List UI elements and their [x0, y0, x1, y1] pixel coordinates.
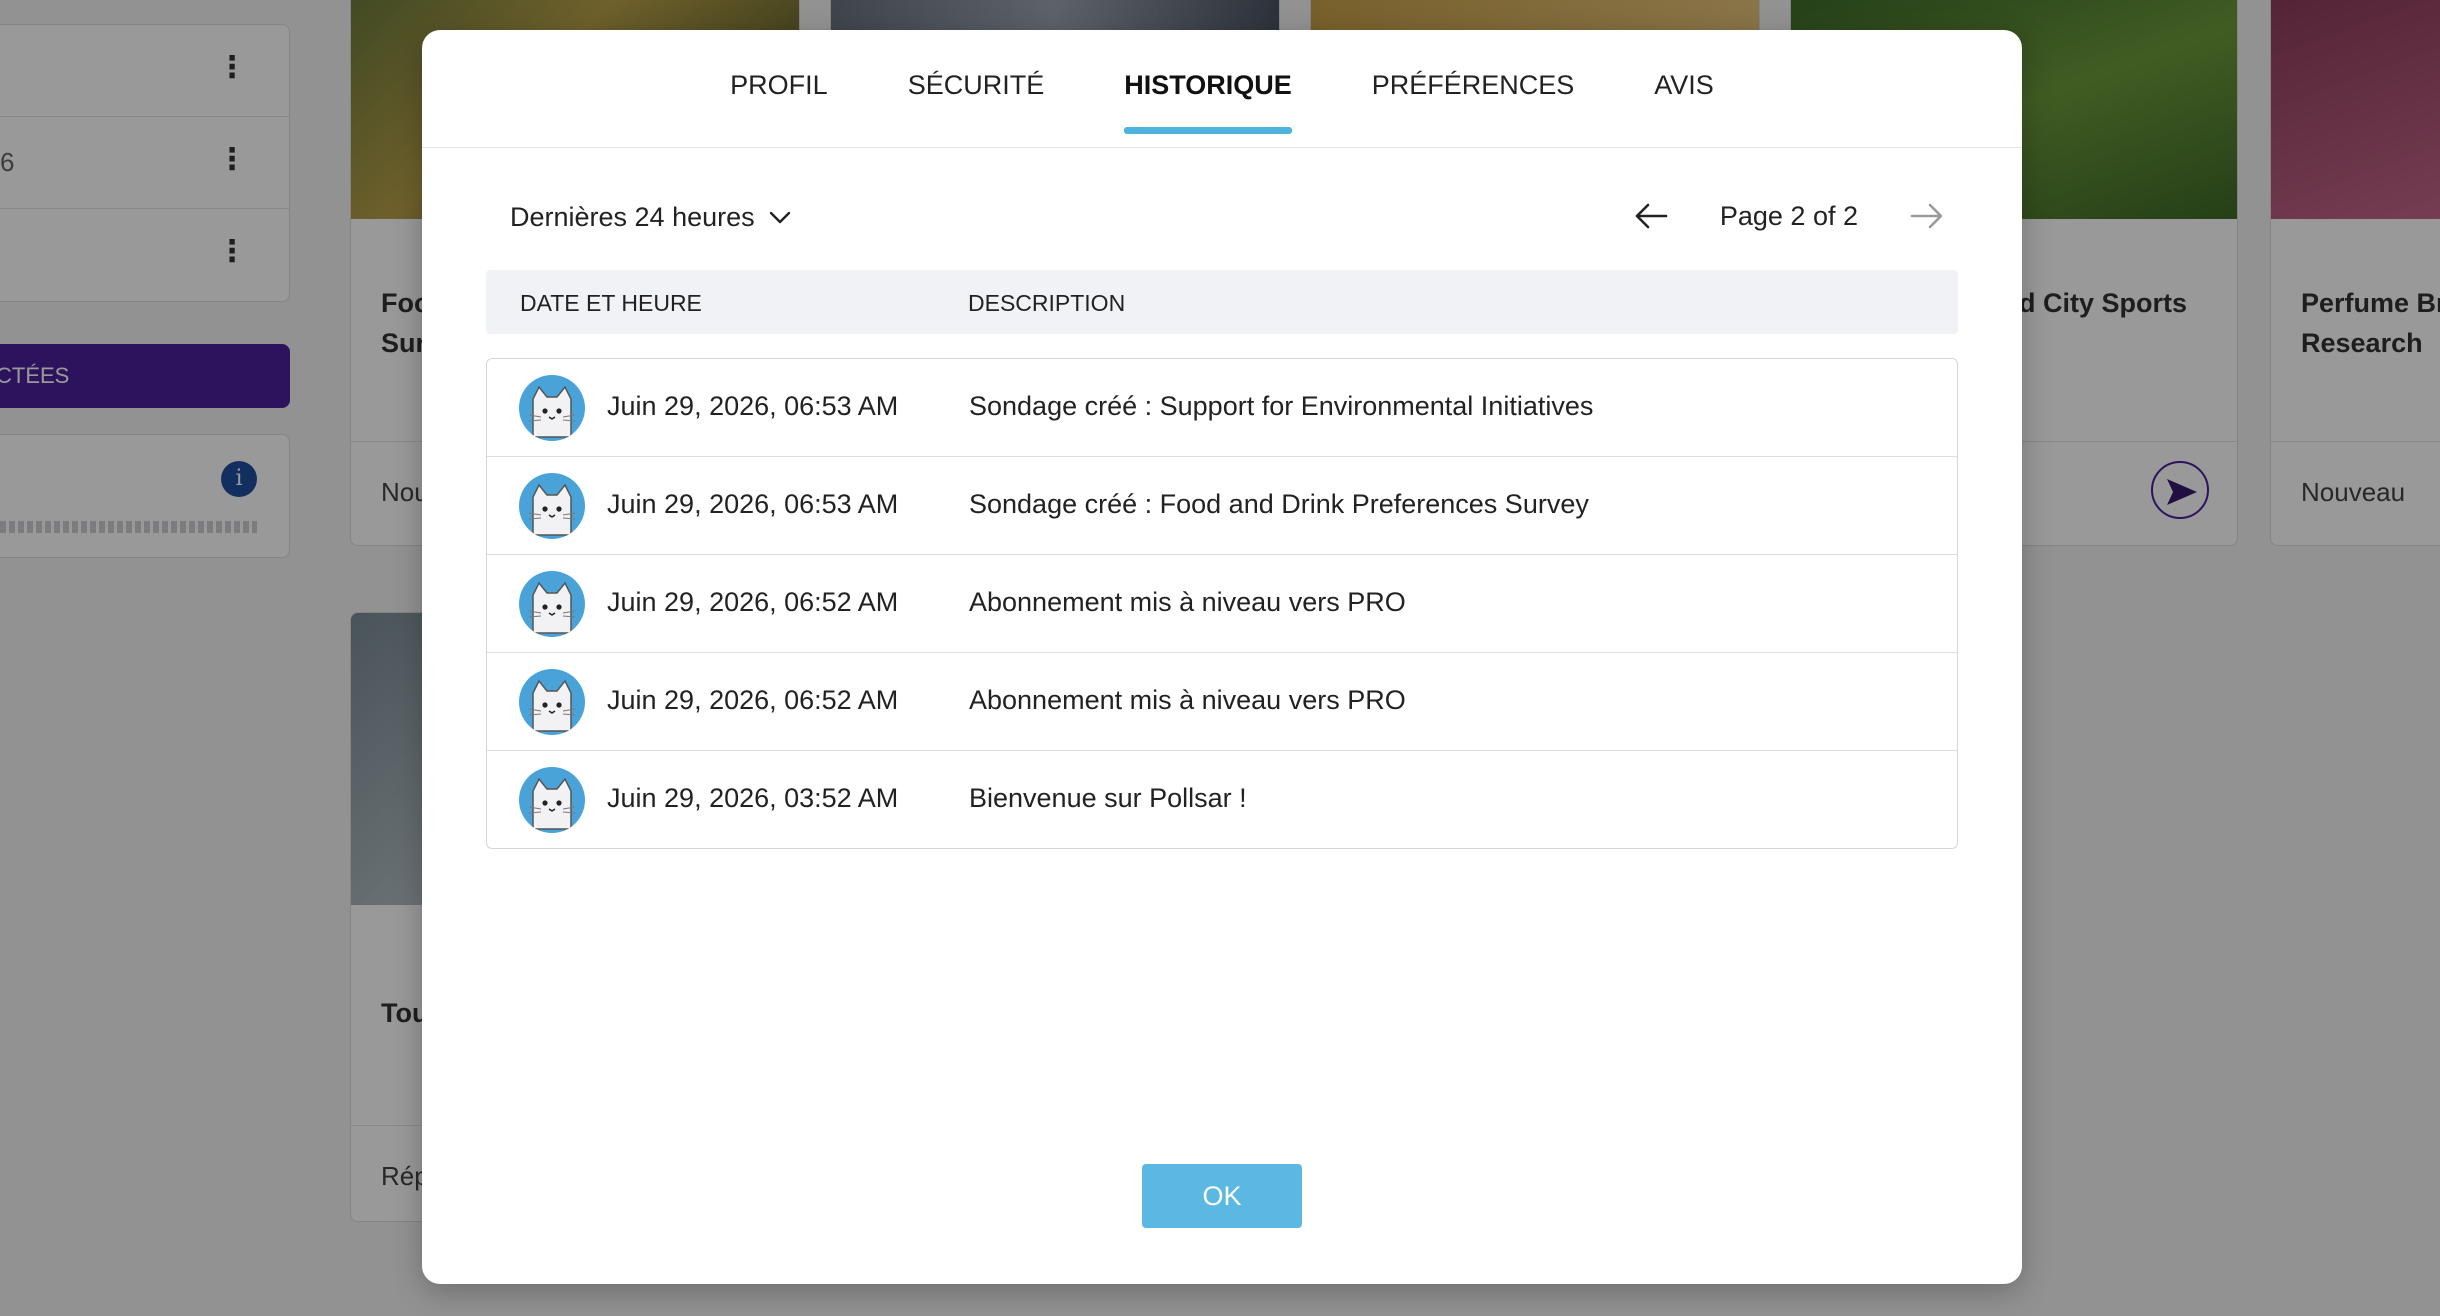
row-description: Bienvenue sur Pollsar !: [969, 783, 1247, 813]
tab-historique[interactable]: HISTORIQUE: [1084, 30, 1332, 148]
row-description: Abonnement mis à niveau vers PRO: [969, 587, 1406, 617]
header-description: DESCRIPTION: [968, 290, 1126, 316]
tab-preferences[interactable]: PRÉFÉRENCES: [1332, 30, 1615, 148]
cat-avatar-icon: [519, 571, 585, 637]
tab-avis[interactable]: AVIS: [1614, 30, 1754, 148]
row-description: Abonnement mis à niveau vers PRO: [969, 685, 1406, 715]
ok-button[interactable]: OK: [1142, 1164, 1302, 1228]
tab-securite[interactable]: SÉCURITÉ: [868, 30, 1085, 148]
chevron-down-icon: [769, 211, 790, 223]
table-row: Juin 29, 2026, 06:53 AM Sondage créé : S…: [487, 359, 1957, 457]
row-datetime: Juin 29, 2026, 03:52 AM: [607, 783, 899, 813]
cat-avatar-icon: [519, 473, 585, 539]
time-range-label: Dernières 24 heures: [510, 202, 755, 232]
header-datetime: DATE ET HEURE: [520, 290, 702, 316]
row-datetime: Juin 29, 2026, 06:53 AM: [607, 489, 899, 519]
row-description: Sondage créé : Food and Drink Preference…: [969, 489, 1589, 519]
account-modal: PROFIL SÉCURITÉ HISTORIQUE PRÉFÉRENCES A…: [422, 30, 2022, 1284]
cat-avatar-icon: [519, 669, 585, 735]
table-row: Juin 29, 2026, 06:52 AM Abonnement mis à…: [487, 653, 1957, 751]
modal-tabs: PROFIL SÉCURITÉ HISTORIQUE PRÉFÉRENCES A…: [422, 30, 2022, 148]
arrow-right-icon[interactable]: [1906, 196, 1946, 236]
page-indicator: Page 2 of 2: [1719, 200, 1858, 231]
arrow-left-icon[interactable]: [1632, 196, 1672, 236]
tab-profil[interactable]: PROFIL: [690, 30, 868, 148]
row-datetime: Juin 29, 2026, 06:52 AM: [607, 685, 899, 715]
table-row: Juin 29, 2026, 06:53 AM Sondage créé : F…: [487, 457, 1957, 555]
row-datetime: Juin 29, 2026, 06:53 AM: [607, 391, 899, 421]
history-table: Juin 29, 2026, 06:53 AM Sondage créé : S…: [486, 358, 1958, 849]
cat-avatar-icon: [519, 375, 585, 441]
pagination: Page 2 of 2: [1632, 196, 1946, 236]
row-description: Sondage créé : Support for Environmental…: [969, 391, 1594, 421]
table-row: Juin 29, 2026, 06:52 AM Abonnement mis à…: [487, 555, 1957, 653]
history-table-header: DATE ET HEURE DESCRIPTION: [486, 270, 1958, 334]
table-row: Juin 29, 2026, 03:52 AM Bienvenue sur Po…: [487, 751, 1957, 848]
time-range-dropdown[interactable]: Dernières 24 heures: [510, 202, 791, 233]
row-datetime: Juin 29, 2026, 06:52 AM: [607, 587, 899, 617]
cat-avatar-icon: [519, 767, 585, 833]
